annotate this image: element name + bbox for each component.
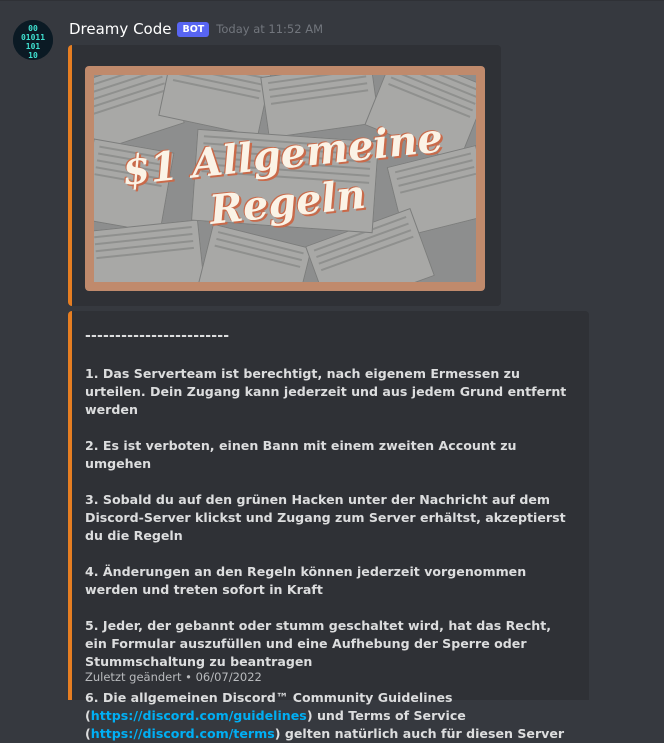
binary-code-avatar-icon: 00 01011 101 10 [13,20,53,60]
terms-link[interactable]: https://discord.com/terms [91,726,275,741]
rule-1: 1. Das Serverteam ist berechtigt, nach e… [85,366,567,417]
svg-text:00: 00 [28,24,38,33]
rule-4: 4. Änderungen an den Regeln können jeder… [85,564,527,597]
guidelines-link[interactable]: https://discord.com/guidelines [91,708,307,723]
image-embed: $1 Allgemeine Regeln [68,45,501,306]
message-timestamp[interactable]: Today at 11:52 AM [216,22,323,36]
rule-6-end: ) gelten natürlich auch für diesen Serve… [274,726,565,741]
rule-6-mid: ) und Terms of Service [306,708,466,723]
rule-3: 3. Sobald du auf den grünen Hacken unter… [85,492,566,543]
separator-line: ------------------------ [85,328,230,344]
bot-badge: BOT [177,21,210,37]
rules-banner-image[interactable]: $1 Allgemeine Regeln [85,66,485,291]
rule-6-intro: 6. Die allgemeinen Discord™ Community Gu… [85,690,453,705]
footer-separator: • [185,670,192,684]
top-divider [0,0,664,1]
embed-footer: Zuletzt geändert • 06/07/2022 [85,670,262,684]
banner-title: $1 Allgemeine Regeln [94,75,476,282]
message-header: Dreamy Code BOT Today at 11:52 AM [69,19,323,39]
rules-embed: ------------------------ 1. Das Serverte… [68,311,589,741]
rule-6: 6. Die allgemeinen Discord™ Community Gu… [85,689,575,743]
footer-label: Zuletzt geändert [85,670,182,684]
banner-background: $1 Allgemeine Regeln [94,75,476,282]
footer-date: 06/07/2022 [195,670,262,684]
rule-5: 5. Jeder, der gebannt oder stumm geschal… [85,618,552,669]
bot-avatar[interactable]: 00 01011 101 10 [13,20,53,60]
author-name[interactable]: Dreamy Code [69,20,171,38]
svg-text:01011: 01011 [21,33,45,42]
svg-text:101: 101 [26,42,41,51]
rule-2: 2. Es ist verboten, einen Bann mit einem… [85,438,517,471]
svg-text:10: 10 [28,51,38,60]
